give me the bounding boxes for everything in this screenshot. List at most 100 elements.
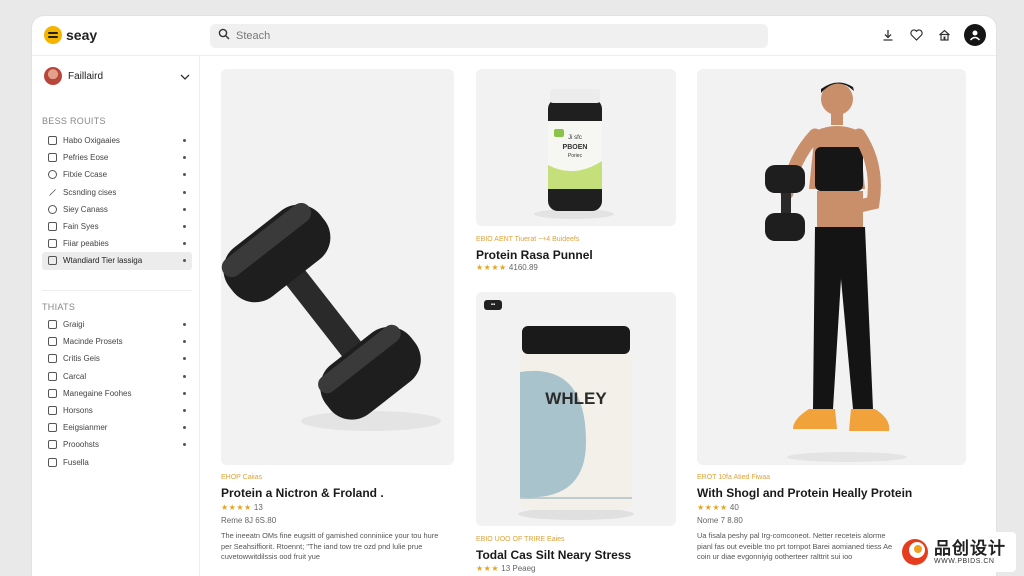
sidebar-item[interactable]: Eeigsianmer <box>42 419 192 436</box>
item-icon <box>48 204 57 214</box>
more-icon[interactable] <box>183 443 186 447</box>
home-icon[interactable] <box>936 27 952 43</box>
more-icon[interactable] <box>183 139 186 143</box>
product-image-athlete[interactable] <box>697 69 966 465</box>
more-icon[interactable] <box>183 426 186 430</box>
sidebar-item[interactable]: Graigi <box>42 316 192 333</box>
sidebar-section-title: THIATS <box>42 302 76 312</box>
sidebar-item[interactable]: Horsons <box>42 402 192 419</box>
stars: ★★★ <box>476 564 500 573</box>
athlete-image <box>765 82 907 462</box>
stars: ★★★★ <box>476 263 507 272</box>
sidebar-item[interactable]: Fiiar peabies <box>42 235 192 252</box>
download-icon[interactable] <box>880 27 896 43</box>
sidebar-section-title: BESS ROUITS <box>42 116 106 126</box>
sidebar: Faillaird BESS ROUITS Habo Oxigaaies Pef… <box>32 56 200 576</box>
more-icon[interactable] <box>183 190 186 194</box>
search-icon <box>218 27 230 45</box>
item-icon <box>48 354 57 364</box>
sidebar-item-active[interactable]: Wtandiard Tier lassiga <box>42 252 192 270</box>
item-icon <box>48 256 57 266</box>
item-icon <box>48 320 57 330</box>
product-category: EHOP Caiias <box>221 474 263 481</box>
sidebar-item[interactable]: Carcal <box>42 368 192 385</box>
item-icon <box>48 440 57 450</box>
more-icon[interactable] <box>183 173 186 177</box>
chevron-down-icon <box>180 67 190 85</box>
item-icon <box>48 457 57 467</box>
jar-label: WHLEY <box>545 389 607 408</box>
item-icon <box>48 222 57 232</box>
stars: ★★★★ <box>697 503 728 512</box>
product-image-supplement[interactable]: Ji sfc PBOEN Poriec <box>476 69 676 226</box>
more-icon[interactable] <box>183 259 186 263</box>
more-icon[interactable] <box>183 340 186 344</box>
product-description: Ua fisala peshy pal Irg-comconeot. Nette… <box>697 531 893 562</box>
product-rating: ★★★★ 13 <box>221 503 263 512</box>
watermark-cn: 品创设计 <box>934 538 1006 558</box>
whey-jar-image: WHLEY <box>518 326 634 520</box>
product-title[interactable]: Protein a Nictron & Froland . <box>221 486 384 500</box>
more-icon[interactable] <box>183 374 186 378</box>
profile-switcher[interactable]: Faillaird <box>44 64 190 88</box>
sidebar-item[interactable]: Critis Geis <box>42 350 192 367</box>
top-bar: seay <box>32 16 996 56</box>
more-icon[interactable] <box>183 242 186 246</box>
item-icon <box>48 371 57 381</box>
item-icon <box>48 406 57 416</box>
product-title[interactable]: Todal Cas Silt Neary Stress <box>476 548 631 562</box>
stars: ★★★★ <box>221 503 252 512</box>
sidebar-item[interactable]: Habo Oxigaaies <box>42 132 192 149</box>
item-icon <box>48 337 57 347</box>
more-icon[interactable] <box>183 409 186 413</box>
product-title[interactable]: With Shogl and Protein Heally Protein <box>697 486 912 500</box>
app-logo[interactable]: seay <box>44 26 97 44</box>
search-input[interactable] <box>236 30 736 42</box>
watermark: 品创设计 WWW.PBIDS.CN <box>894 532 1016 572</box>
avatar <box>44 67 62 85</box>
item-icon <box>48 239 57 249</box>
bottle-label-1: Ji sfc <box>568 135 582 141</box>
product-category: EBIO AENT Tiuerat ~+4 Buideefs <box>476 236 580 243</box>
more-icon[interactable] <box>183 323 186 327</box>
more-icon[interactable] <box>183 156 186 160</box>
dumbbell-image <box>221 202 441 431</box>
bottle-label-2: PBOEN <box>563 144 588 151</box>
product-category: EBIO UOO OF TRIRE Eaies <box>476 536 565 543</box>
sidebar-item[interactable]: Macinde Prosets <box>42 333 192 350</box>
profile-name: Faillaird <box>68 70 104 82</box>
item-icon <box>48 153 57 163</box>
sidebar-item[interactable]: Pefries Eose <box>42 149 192 166</box>
sidebar-item[interactable]: Siey Canass <box>42 201 192 218</box>
sidebar-item[interactable]: Fitxie Ccase <box>42 166 192 183</box>
bottle-label-3: Poriec <box>568 153 583 159</box>
app-window: seay Faillaird <box>32 16 996 576</box>
product-rating: ★★★★ 4160.89 <box>476 263 538 272</box>
item-icon <box>48 170 57 180</box>
supplement-bottle-image: Ji sfc PBOEN Poriec <box>534 89 614 219</box>
product-image-whey[interactable]: WHLEY <box>476 292 676 526</box>
product-title[interactable]: Protein Rasa Punnel <box>476 248 593 262</box>
search-bar[interactable] <box>210 24 768 48</box>
product-image-dumbbell[interactable] <box>221 69 454 465</box>
top-actions <box>880 24 986 46</box>
sidebar-divider <box>42 290 192 291</box>
product-price: Reme 8J 6S.80 <box>221 516 277 525</box>
heart-icon[interactable] <box>908 27 924 43</box>
sidebar-item[interactable]: Fain Syes <box>42 218 192 235</box>
product-badge: ▪▪ <box>484 300 502 310</box>
sidebar-item[interactable]: Prooohsts <box>42 436 192 453</box>
item-icon <box>48 388 57 398</box>
sidebar-item[interactable]: Fusella <box>42 454 192 471</box>
more-icon[interactable] <box>183 207 186 211</box>
sidebar-list-secondary: Graigi Macinde Prosets Critis Geis Carca… <box>42 316 192 471</box>
product-price: Nome 7 8.80 <box>697 516 743 525</box>
sidebar-item[interactable]: Scsnding cises <box>42 184 192 201</box>
user-avatar[interactable] <box>964 24 986 46</box>
more-icon[interactable] <box>183 357 186 361</box>
sidebar-item[interactable]: Manegaine Foohes <box>42 385 192 402</box>
product-category: EROT 10fa Atied Fiwaa <box>697 474 771 481</box>
more-icon[interactable] <box>183 225 186 229</box>
more-icon[interactable] <box>183 391 186 395</box>
watermark-url: WWW.PBIDS.CN <box>934 557 995 565</box>
